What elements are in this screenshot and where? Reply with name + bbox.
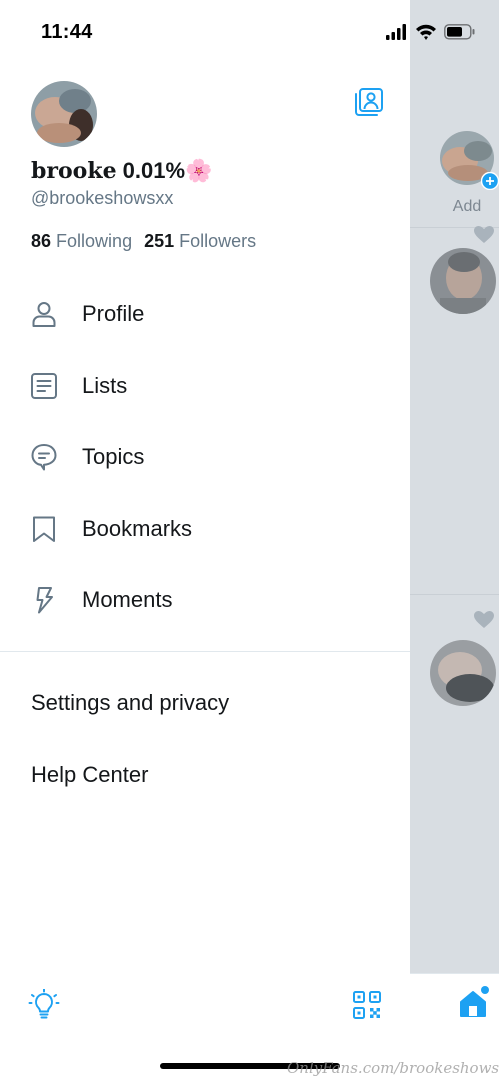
tweet-avatar[interactable] — [430, 640, 496, 706]
follow-counts: 86 Following 251 Followers — [31, 231, 256, 252]
display-name-suffix: 0.01% — [116, 158, 186, 183]
display-name-text: brooke — [31, 158, 117, 184]
followers-link[interactable]: 251 Followers — [144, 231, 256, 251]
bookmark-icon — [33, 516, 55, 542]
menu-item-label: Topics — [82, 444, 145, 469]
wifi-icon — [416, 24, 436, 40]
status-time: 11:44 — [41, 21, 93, 43]
heart-icon[interactable] — [474, 226, 494, 244]
following-label: Following — [56, 231, 133, 251]
menu-item-label: Lists — [82, 373, 128, 398]
following-count: 86 — [31, 231, 52, 251]
tweet-avatar[interactable] — [430, 248, 496, 314]
menu-item-topics[interactable]: Topics — [0, 427, 410, 487]
lightning-icon — [36, 587, 53, 614]
person-icon — [32, 302, 56, 327]
lightbulb-icon[interactable] — [28, 989, 60, 1021]
settings-and-privacy-link[interactable]: Settings and privacy — [31, 690, 229, 716]
followers-count: 251 — [144, 231, 175, 251]
following-link[interactable]: 86 Following — [31, 231, 132, 251]
menu-item-lists[interactable]: Lists — [0, 356, 410, 416]
switch-accounts-icon[interactable] — [353, 86, 385, 118]
menu-item-moments[interactable]: Moments — [0, 570, 410, 630]
drawer-divider — [0, 651, 410, 652]
add-plus-icon[interactable] — [481, 172, 499, 190]
battery-icon — [444, 24, 475, 40]
navigation-drawer: 11:44 brooke 0.01%🌸 @brookeshowsxx 86 Fo… — [0, 0, 475, 1080]
status-icons — [386, 24, 475, 40]
user-handle: @brookeshowsxx — [31, 188, 174, 208]
followers-label: Followers — [179, 231, 257, 251]
profile-avatar[interactable] — [31, 81, 97, 147]
home-icon[interactable] — [459, 986, 491, 1020]
signal-icon — [386, 24, 406, 40]
qr-code-icon[interactable] — [353, 991, 381, 1019]
display-name[interactable]: brooke 0.01%🌸 — [31, 158, 212, 184]
timeline-divider — [410, 594, 499, 595]
heart-icon[interactable] — [474, 611, 494, 629]
flower-emoji: 🌸 — [185, 158, 213, 183]
watermark: OnlyFans.com/brookeshowsxx — [287, 1059, 499, 1077]
menu-item-label: Profile — [82, 301, 145, 326]
menu-item-profile[interactable]: Profile — [0, 284, 410, 344]
list-icon — [31, 373, 57, 399]
menu-item-label: Bookmarks — [82, 516, 193, 541]
fleet-add-label: Add — [452, 198, 482, 215]
help-center-link[interactable]: Help Center — [31, 762, 148, 788]
menu-item-label: Moments — [82, 587, 173, 612]
topics-icon — [31, 444, 57, 471]
menu-item-bookmarks[interactable]: Bookmarks — [0, 499, 410, 559]
